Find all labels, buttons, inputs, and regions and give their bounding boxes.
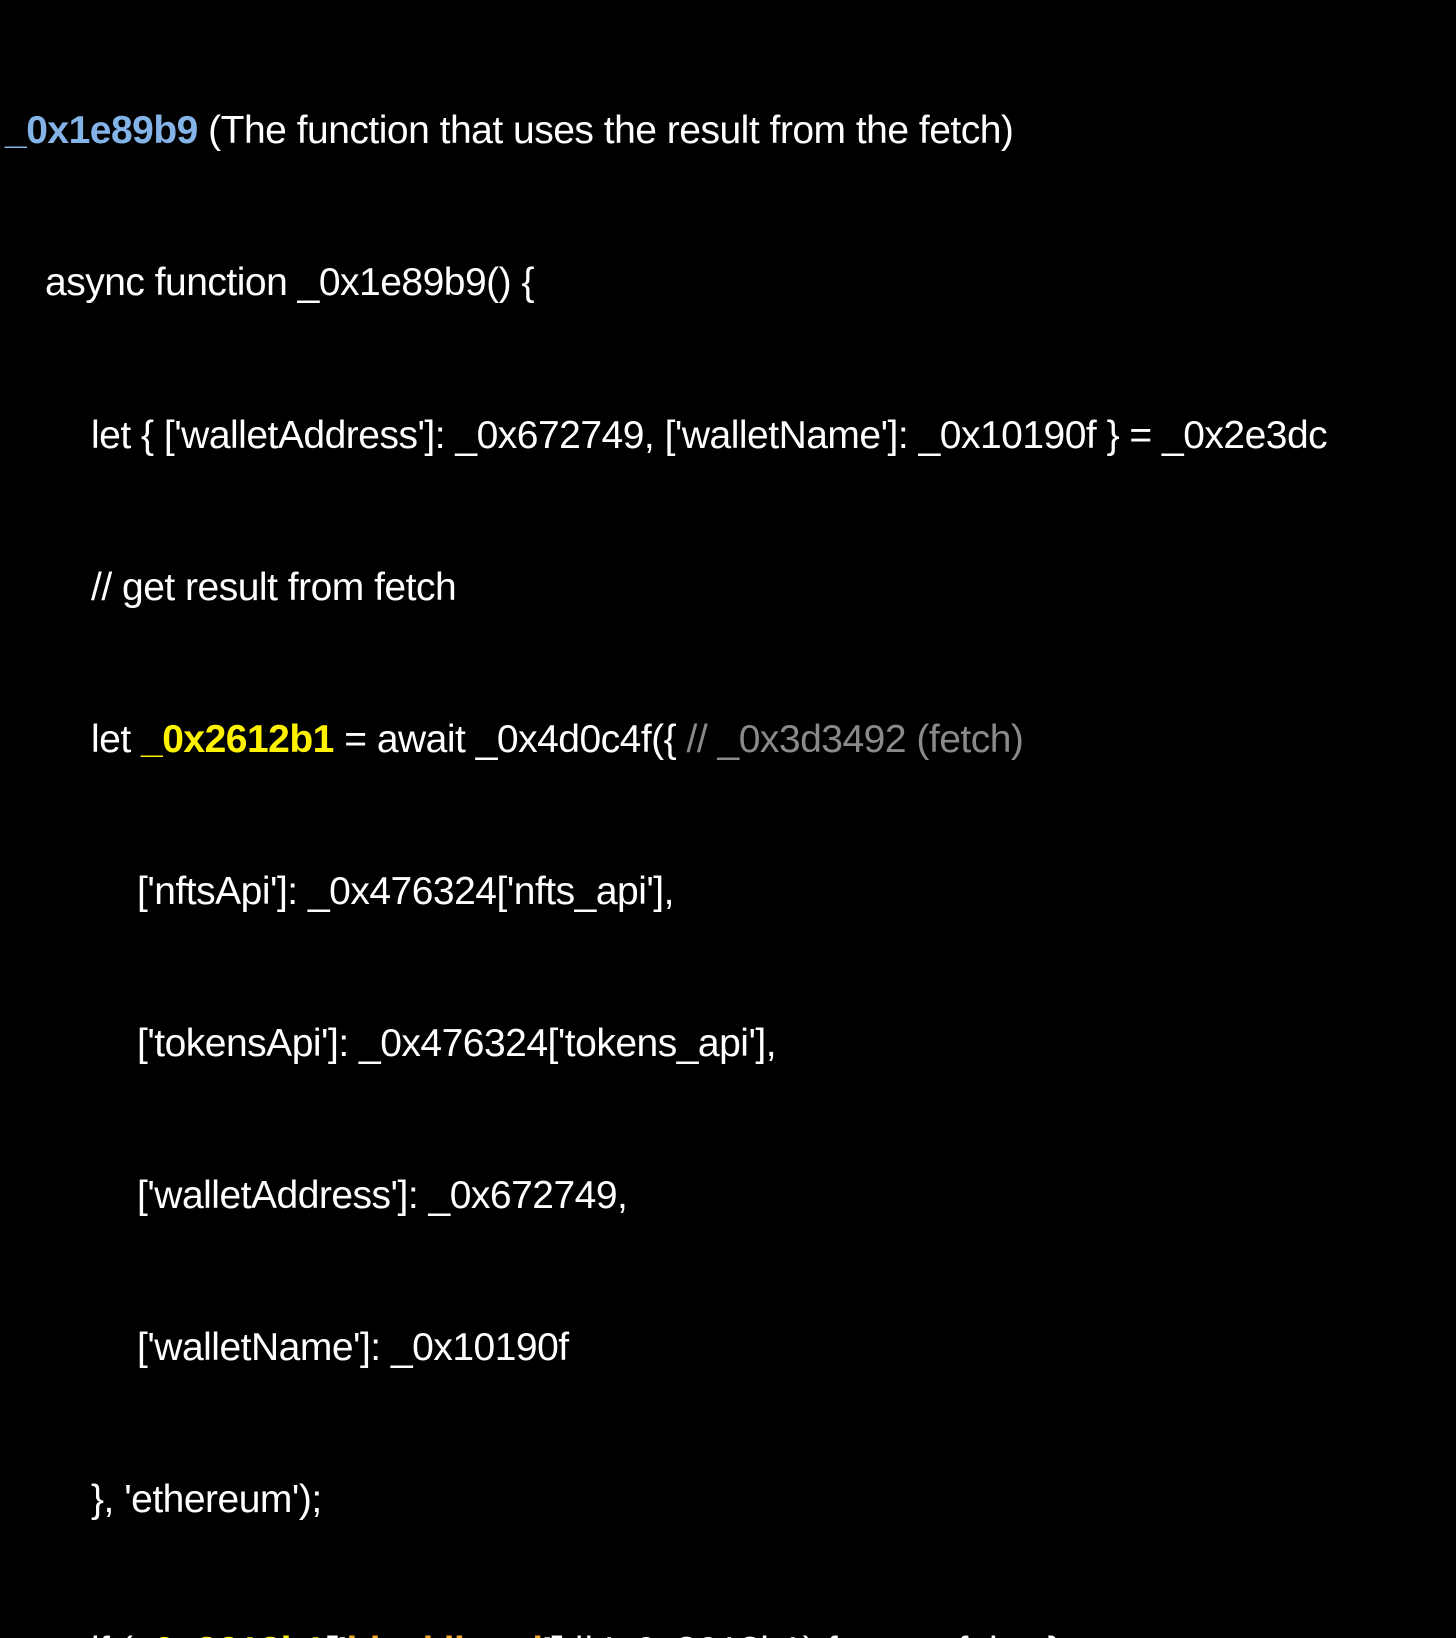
title-line: _0x1e89b9 (The function that uses the re… — [5, 106, 1456, 157]
code-line: }, 'ethereum'); — [5, 1475, 1456, 1526]
function-name-title: _0x1e89b9 — [5, 109, 198, 152]
code-line: ['walletName']: _0x10190f — [5, 1323, 1456, 1374]
code-text: || !_0x2612b1) { return false } — [564, 1630, 1060, 1638]
code-line: if (_0x2612b1['blacklisted'] || !_0x2612… — [5, 1627, 1456, 1638]
code-line: let { ['walletAddress']: _0x672749, ['wa… — [5, 411, 1456, 462]
highlighted-key: blacklisted — [346, 1630, 542, 1638]
code-text: '] — [543, 1630, 564, 1638]
code-line: ['nftsApi']: _0x476324['nfts_api'], — [5, 867, 1456, 918]
inline-comment: // _0x3d3492 (fetch) — [687, 718, 1024, 761]
code-text: = await _0x4d0c4f({ — [334, 718, 687, 761]
code-text: let — [91, 718, 141, 761]
code-line: ['walletAddress']: _0x672749, — [5, 1171, 1456, 1222]
code-line-comment: // get result from fetch — [5, 563, 1456, 614]
code-line: let _0x2612b1 = await _0x4d0c4f({ // _0x… — [5, 715, 1456, 766]
title-description: (The function that uses the result from … — [198, 109, 1014, 152]
highlighted-var: _0x2612b1 — [141, 718, 334, 761]
code-text: if ( — [91, 1630, 132, 1638]
code-text: [' — [325, 1630, 346, 1638]
code-line: async function _0x1e89b9() { — [5, 258, 1456, 309]
highlighted-var: _0x2612b1 — [132, 1630, 325, 1638]
code-line: ['tokensApi']: _0x476324['tokens_api'], — [5, 1019, 1456, 1070]
code-block: _0x1e89b9 (The function that uses the re… — [5, 5, 1456, 1638]
